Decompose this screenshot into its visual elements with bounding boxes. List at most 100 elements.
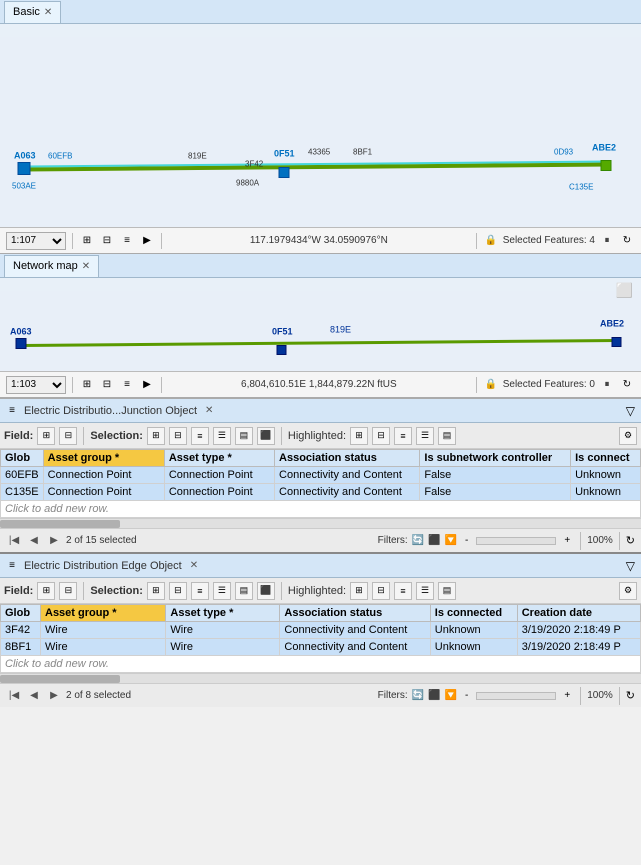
sel-btn-e4[interactable]: ☰ — [213, 582, 231, 600]
col-header-assetgroup-j[interactable]: Asset group * — [43, 450, 164, 467]
hi-btn-j3[interactable]: ≡ — [394, 427, 412, 445]
junction-panel-expand[interactable]: ▽ — [626, 404, 635, 418]
edge-table-scroll[interactable]: Glob Asset group * Asset type * Associat… — [0, 604, 641, 673]
coords-bottom: 6,804,610.51E 1,844,879.22N ftUS — [168, 379, 470, 390]
highlighted-label-j: Highlighted: — [288, 430, 346, 442]
lock-icon[interactable]: 🔒 — [483, 233, 499, 249]
filter-icon-j1[interactable]: 🔄 — [412, 535, 424, 546]
edge-scrollbar[interactable] — [0, 673, 641, 683]
table-row[interactable]: C135E Connection Point Connection Point … — [1, 484, 641, 501]
filter-icon-e3[interactable]: 🔽 — [445, 690, 457, 701]
edge-panel-title: Electric Distribution Edge Object — [24, 560, 182, 572]
hi-btn-j1[interactable]: ⊞ — [350, 427, 368, 445]
refresh-btn-e[interactable]: ↻ — [626, 689, 635, 702]
sel-btn-j1[interactable]: ⊞ — [147, 427, 165, 445]
hi-btn-e2[interactable]: ⊟ — [372, 582, 390, 600]
settings-btn-j[interactable]: ⚙ — [619, 427, 637, 445]
junction-scrollbar[interactable] — [0, 518, 641, 528]
nav-prev-e[interactable]: ◀ — [26, 688, 42, 704]
filter-icon-j2[interactable]: ⬛ — [428, 535, 440, 546]
junction-scrollbar-thumb[interactable] — [0, 520, 120, 528]
hi-btn-j2[interactable]: ⊟ — [372, 427, 390, 445]
col-header-assettype-j[interactable]: Asset type * — [164, 450, 274, 467]
field-btn-e1[interactable]: ⊞ — [37, 582, 55, 600]
zoom-pct-e: 100% — [587, 690, 613, 701]
zoom-select-bottom[interactable]: 1:103 — [6, 376, 66, 394]
hi-btn-j4[interactable]: ☰ — [416, 427, 434, 445]
col-header-isconn-e[interactable]: Is connected — [430, 605, 517, 622]
table-row[interactable]: 3F42 Wire Wire Connectivity and Content … — [1, 622, 641, 639]
hi-btn-e1[interactable]: ⊞ — [350, 582, 368, 600]
sel-btn-e3[interactable]: ≡ — [191, 582, 209, 600]
nav-first-e[interactable]: |◀ — [6, 688, 22, 704]
zoom-select-top[interactable]: 1:107 — [6, 232, 66, 250]
tab-network-map[interactable]: Network map ✕ — [4, 255, 99, 277]
sel-btn-e2[interactable]: ⊟ — [169, 582, 187, 600]
pause-icon[interactable]: ⏸ — [599, 233, 615, 249]
nav-icon-2[interactable]: ⊟ — [99, 233, 115, 249]
col-header-assetgroup-e[interactable]: Asset group * — [41, 605, 166, 622]
nav-icon-b1[interactable]: ⊞ — [79, 377, 95, 393]
junction-table-scroll[interactable]: Glob Asset group * Asset type * Associat… — [0, 449, 641, 518]
field-btn-e2[interactable]: ⊟ — [59, 582, 77, 600]
nav-icon-b2[interactable]: ⊟ — [99, 377, 115, 393]
tab-basic[interactable]: Basic ✕ — [4, 1, 61, 23]
col-header-isconn-j[interactable]: Is connect — [571, 450, 641, 467]
field-btn-j2[interactable]: ⊟ — [59, 427, 77, 445]
col-header-assocstatus-j[interactable]: Association status — [275, 450, 420, 467]
filter-icon-e1[interactable]: 🔄 — [412, 690, 424, 701]
sel-btn-j5[interactable]: ▤ — [235, 427, 253, 445]
hi-btn-e5[interactable]: ▤ — [438, 582, 456, 600]
network-map-title: Network map — [13, 260, 78, 272]
refresh-icon-b[interactable]: ↻ — [619, 377, 635, 393]
nav-icon-b4[interactable]: ▶ — [139, 377, 155, 393]
hi-btn-j5[interactable]: ▤ — [438, 427, 456, 445]
sel-btn-j3[interactable]: ≡ — [191, 427, 209, 445]
col-header-assettype-e[interactable]: Asset type * — [166, 605, 280, 622]
nav-icon-4[interactable]: ▶ — [139, 233, 155, 249]
table-row[interactable]: 8BF1 Wire Wire Connectivity and Content … — [1, 639, 641, 656]
nav-prev-j[interactable]: ◀ — [26, 533, 42, 549]
add-new-row-e[interactable]: Click to add new row. — [1, 656, 641, 673]
slider-e[interactable] — [476, 692, 556, 700]
sel-btn-e1[interactable]: ⊞ — [147, 582, 165, 600]
edge-scrollbar-thumb[interactable] — [0, 675, 120, 683]
col-header-issubnet-j[interactable]: Is subnetwork controller — [420, 450, 571, 467]
slider-j[interactable] — [476, 537, 556, 545]
hi-btn-e4[interactable]: ☰ — [416, 582, 434, 600]
tab-basic-close[interactable]: ✕ — [44, 7, 52, 18]
pause-icon-b[interactable]: ⏸ — [599, 377, 615, 393]
edge-panel-close[interactable]: ✕ — [190, 560, 198, 571]
lock-icon-b[interactable]: 🔒 — [483, 377, 499, 393]
map-view-bottom[interactable]: A063 0F51 819E ABE2 ⬜ 1:103 ⊞ ⊟ ≡ ▶ 6,80… — [0, 278, 641, 398]
map-view-top[interactable]: A063 0F51 ABE2 60EFB 819E 3F42 43365 8BF… — [0, 24, 641, 254]
nav-icon-3[interactable]: ≡ — [119, 233, 135, 249]
refresh-icon[interactable]: ↻ — [619, 233, 635, 249]
network-map-close[interactable]: ✕ — [82, 261, 90, 272]
settings-btn-e[interactable]: ⚙ — [619, 582, 637, 600]
table-row[interactable]: 60EFB Connection Point Connection Point … — [1, 467, 641, 484]
hi-btn-e3[interactable]: ≡ — [394, 582, 412, 600]
add-new-row-j[interactable]: Click to add new row. — [1, 501, 641, 518]
cell-issubnet-j1: False — [420, 484, 571, 501]
col-header-creation-e[interactable]: Creation date — [517, 605, 640, 622]
sel-btn-j4[interactable]: ☰ — [213, 427, 231, 445]
sel-btn-e6[interactable]: ⬛ — [257, 582, 275, 600]
nav-icon-b3[interactable]: ≡ — [119, 377, 135, 393]
nav-icon-1[interactable]: ⊞ — [79, 233, 95, 249]
edge-panel-expand[interactable]: ▽ — [626, 559, 635, 573]
nav-next-e[interactable]: ▶ — [46, 688, 62, 704]
field-btn-j1[interactable]: ⊞ — [37, 427, 55, 445]
highlight-icon[interactable]: ⬜ — [616, 282, 633, 299]
sel-btn-e5[interactable]: ▤ — [235, 582, 253, 600]
refresh-btn-j[interactable]: ↻ — [626, 534, 635, 547]
filter-icon-j3[interactable]: 🔽 — [445, 535, 457, 546]
junction-panel-close[interactable]: ✕ — [205, 405, 213, 416]
sel-btn-j6[interactable]: ⬛ — [257, 427, 275, 445]
nav-first-j[interactable]: |◀ — [6, 533, 22, 549]
col-header-assocstatus-e[interactable]: Association status — [280, 605, 430, 622]
nav-next-j[interactable]: ▶ — [46, 533, 62, 549]
filter-icon-e2[interactable]: ⬛ — [428, 690, 440, 701]
sel-btn-j2[interactable]: ⊟ — [169, 427, 187, 445]
zoom-pct-j: 100% — [587, 535, 613, 546]
